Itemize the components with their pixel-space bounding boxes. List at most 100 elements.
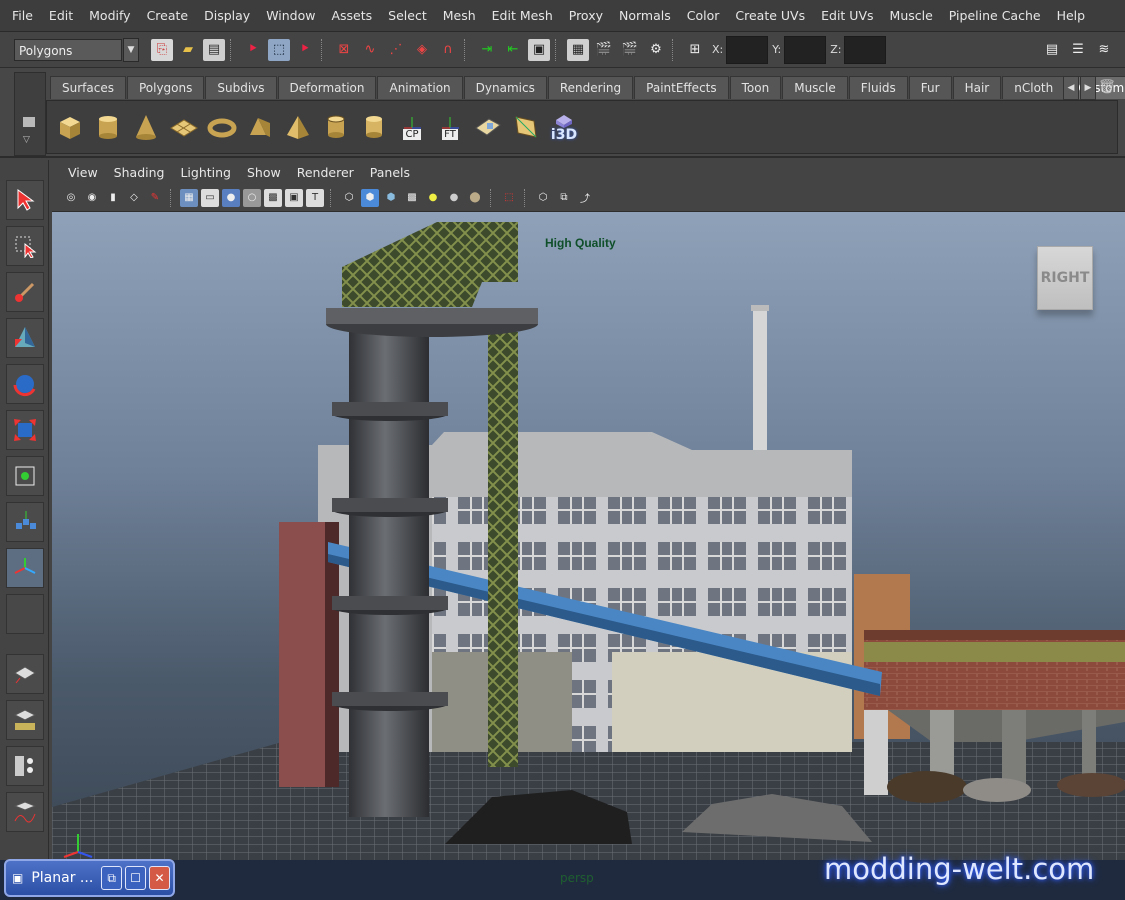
shelf-scroll-left-icon[interactable]: ◀ (1063, 76, 1079, 100)
poly-prism-icon[interactable] (243, 110, 277, 144)
i3d-export-icon[interactable]: i3D (547, 110, 581, 144)
close-icon[interactable]: ✕ (149, 866, 170, 890)
menu-help[interactable]: Help (1049, 8, 1094, 23)
panel-menu-shading[interactable]: Shading (106, 165, 173, 180)
tab-painteffects[interactable]: PaintEffects (634, 76, 729, 99)
create-cylinder-icon[interactable] (357, 110, 391, 144)
coord-x-field[interactable] (726, 35, 769, 64)
render-view-icon[interactable]: ▦ (567, 38, 589, 61)
restore-icon[interactable]: ⧉ (101, 866, 123, 890)
select-object-icon[interactable]: ⬚ (268, 38, 290, 61)
wireframe-icon[interactable]: ⬡ (340, 189, 358, 207)
textured-icon[interactable]: ▩ (403, 189, 421, 207)
render-settings-icon[interactable]: ⚙ (645, 39, 667, 61)
shelf-scroll-right-icon[interactable]: ▶ (1080, 76, 1096, 100)
menu-display[interactable]: Display (196, 8, 258, 23)
attribute-editor-icon[interactable]: ▤ (1041, 39, 1063, 61)
tab-subdivs[interactable]: Subdivs (205, 76, 277, 99)
resolution-gate-icon[interactable]: ● (222, 188, 240, 207)
tab-dynamics[interactable]: Dynamics (463, 76, 547, 99)
field-chart-icon[interactable]: ▩ (264, 188, 282, 207)
coord-y-field[interactable] (784, 35, 827, 64)
freeze-transform-icon[interactable]: FT (433, 110, 467, 144)
open-scene-icon[interactable]: ▰ (177, 39, 199, 61)
menu-create[interactable]: Create (139, 8, 197, 23)
menu-normals[interactable]: Normals (611, 8, 679, 23)
tab-hair[interactable]: Hair (952, 76, 1002, 99)
bookmarks-icon[interactable]: ▮ (104, 189, 122, 207)
menu-edit-uvs[interactable]: Edit UVs (813, 8, 881, 23)
soft-modification-icon[interactable] (6, 502, 44, 542)
lasso-tool-icon[interactable] (6, 226, 44, 266)
menu-edit-mesh[interactable]: Edit Mesh (484, 8, 561, 23)
select-tool-icon[interactable] (6, 180, 44, 220)
poly-pipe-icon[interactable] (319, 110, 353, 144)
high-quality-icon[interactable]: ⬤ (466, 189, 484, 207)
menu-mesh[interactable]: Mesh (435, 8, 484, 23)
isolate-select-icon[interactable]: ⬚ (500, 189, 518, 207)
tab-ncloth[interactable]: nCloth (1002, 76, 1066, 99)
tab-fluids[interactable]: Fluids (848, 76, 908, 99)
new-scene-icon[interactable]: ⎘ (151, 38, 173, 61)
construction-history-icon[interactable]: ▣ (528, 38, 550, 61)
tab-toon[interactable]: Toon (729, 76, 782, 99)
ipr-render-icon[interactable]: 🎬 (619, 39, 641, 61)
make-live-icon[interactable]: ∩ (437, 39, 459, 61)
menu-muscle[interactable]: Muscle (882, 8, 941, 23)
tool-settings-icon[interactable]: ☰ (1067, 39, 1089, 61)
safe-title-icon[interactable]: T (306, 188, 324, 207)
rotate-tool-icon[interactable] (6, 364, 44, 404)
layout-graph-editor-icon[interactable] (6, 792, 44, 832)
panel-menu-view[interactable]: View (60, 165, 106, 180)
minimized-window-planar[interactable]: ▣ Planar ... ⧉ ☐ ✕ (4, 859, 175, 897)
snap-point-icon[interactable]: ⋰ (385, 39, 407, 61)
snap-view-plane-icon[interactable]: ◈ (411, 39, 433, 61)
image-plane-icon[interactable]: ◇ (125, 189, 143, 207)
shelf-trash-icon[interactable]: 🗑 (1098, 76, 1116, 98)
panel-menu-panels[interactable]: Panels (362, 165, 418, 180)
poly-torus-icon[interactable] (205, 110, 239, 144)
show-manipulator-icon[interactable] (6, 548, 44, 588)
coord-z-field[interactable] (844, 35, 887, 64)
snap-grid-icon[interactable]: ⊠ (333, 39, 355, 61)
layout-outliner-icon[interactable] (6, 700, 44, 740)
layout-graph-icon[interactable] (6, 746, 44, 786)
paint-select-tool-icon[interactable] (6, 272, 44, 312)
safe-action-icon[interactable]: ▣ (285, 188, 303, 207)
menu-file[interactable]: File (4, 8, 41, 23)
camera-attributes-icon[interactable]: ◉ (83, 189, 101, 207)
uv-map-icon[interactable] (471, 110, 505, 144)
panel-menu-lighting[interactable]: Lighting (172, 165, 239, 180)
film-gate-icon[interactable]: ▭ (201, 188, 219, 207)
last-tool-slot[interactable] (6, 594, 44, 634)
xray-icon[interactable]: ⬡ (534, 189, 552, 207)
shelf-menu-icon[interactable]: ▽ (14, 72, 46, 156)
tab-polygons[interactable]: Polygons (126, 76, 205, 99)
scale-tool-icon[interactable] (6, 410, 44, 450)
tab-deformation[interactable]: Deformation (277, 76, 377, 99)
view-cube[interactable]: RIGHT (1037, 246, 1093, 310)
mode-dropdown-arrow-icon[interactable]: ▼ (123, 37, 139, 62)
smooth-shade-icon[interactable]: ⬢ (361, 188, 379, 207)
menu-color[interactable]: Color (679, 8, 728, 23)
center-pivot-icon[interactable]: CP (395, 110, 429, 144)
planar-mapping-icon[interactable] (509, 110, 543, 144)
use-all-lights-icon[interactable]: ● (424, 189, 442, 207)
output-operations-icon[interactable]: ⇤ (502, 39, 524, 61)
gate-mask-icon[interactable]: ○ (243, 188, 261, 207)
transform-input-icon[interactable]: ⊞ (684, 39, 706, 61)
select-component-icon[interactable]: ⯈ (294, 39, 316, 61)
tab-rendering[interactable]: Rendering (547, 76, 634, 99)
menu-proxy[interactable]: Proxy (561, 8, 611, 23)
menu-window[interactable]: Window (258, 8, 323, 23)
maximize-icon[interactable]: ☐ (125, 866, 147, 890)
menu-modify[interactable]: Modify (81, 8, 138, 23)
poly-cylinder-icon[interactable] (91, 110, 125, 144)
panel-menu-show[interactable]: Show (239, 165, 289, 180)
tab-fur[interactable]: Fur (908, 76, 952, 99)
tab-animation[interactable]: Animation (377, 76, 463, 99)
menu-assets[interactable]: Assets (323, 8, 380, 23)
poly-cube-icon[interactable] (53, 110, 87, 144)
shadows-icon[interactable]: ● (445, 189, 463, 207)
menu-create-uvs[interactable]: Create UVs (727, 8, 813, 23)
